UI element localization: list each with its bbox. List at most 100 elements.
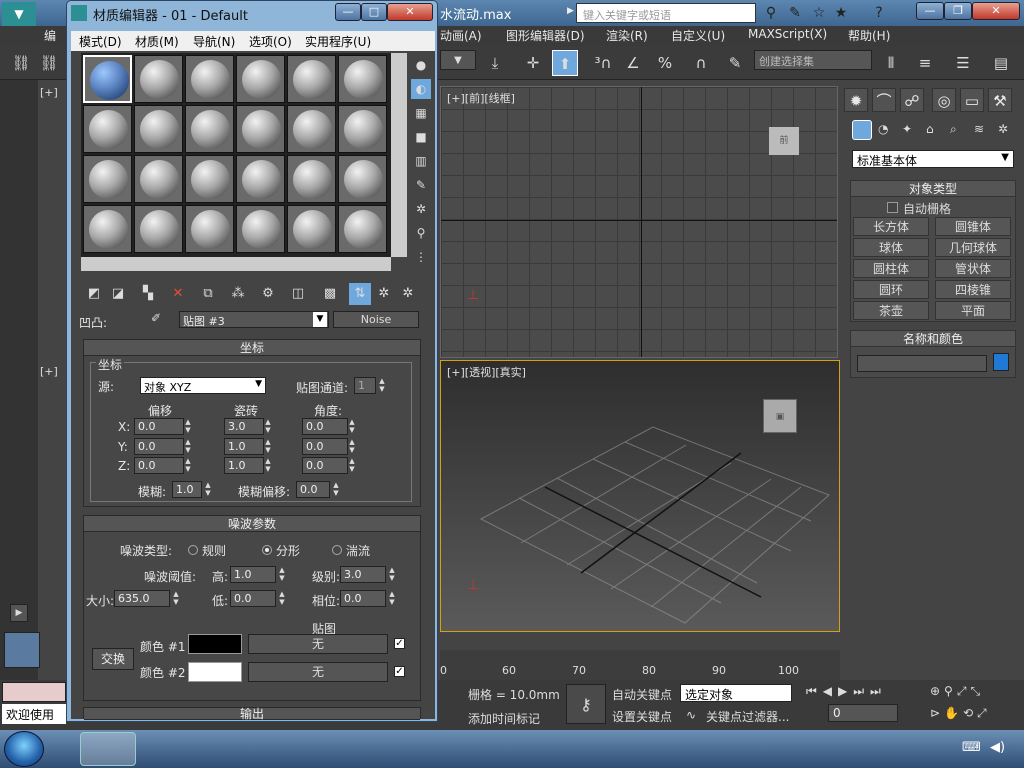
cone-button[interactable]: 圆锥体	[935, 217, 1011, 236]
tiling-x-field[interactable]: 3.0	[224, 418, 264, 435]
high-field[interactable]: 1.0	[230, 566, 276, 583]
viewport-top-label[interactable]: [+]	[40, 86, 58, 99]
percent-snap-icon[interactable]: %	[652, 50, 678, 76]
background-icon[interactable]: ▦	[411, 103, 431, 123]
perspective-viewport-label[interactable]: [+][透视][真实]	[447, 364, 526, 380]
offset-z-spinner[interactable]: ▲ ▼	[184, 457, 192, 474]
menu-animation[interactable]: 动画(A)	[440, 27, 482, 44]
copy-material-icon[interactable]: ⧉	[197, 283, 219, 305]
viewport-layout-icon[interactable]	[4, 632, 40, 668]
angle-v-spinner[interactable]: ▲ ▼	[348, 438, 356, 455]
swap-button[interactable]: 交换	[92, 648, 134, 670]
noise-rollout-header[interactable]: 噪波参数	[84, 516, 420, 532]
low-field[interactable]: 0.0	[230, 590, 276, 607]
noise-type-fractal-radio[interactable]	[262, 545, 272, 555]
tools-icon[interactable]: ✎	[786, 4, 804, 22]
phase-spinner[interactable]: ▲ ▼	[388, 590, 396, 607]
key-filters-button[interactable]: 关键点过滤器...	[706, 708, 789, 725]
minimize-button[interactable]: —	[916, 2, 944, 20]
get-material-icon[interactable]: ◩	[83, 283, 105, 305]
output-rollout-header[interactable]: 输出	[84, 708, 420, 720]
sample-slot[interactable]	[236, 155, 285, 203]
mated-menu-material[interactable]: 材质(M)	[135, 33, 179, 50]
map-type-button[interactable]: Noise	[333, 311, 419, 328]
close-button[interactable]: ✕	[972, 2, 1020, 20]
tiling-y-spinner[interactable]: ▲ ▼	[264, 438, 272, 455]
edit-named-selection-icon[interactable]: ✎	[722, 50, 748, 76]
mated-close-button[interactable]: ✕	[387, 3, 433, 21]
mated-menu-utilities[interactable]: 实用程序(U)	[305, 33, 371, 50]
reference-dropdown[interactable]: ▼	[440, 50, 476, 70]
mated-menu-modes[interactable]: 模式(D)	[79, 33, 122, 50]
put-to-scene-icon[interactable]: ◪	[107, 283, 129, 305]
map-channel-spinner[interactable]: ▲ ▼	[378, 377, 386, 394]
high-spinner[interactable]: ▲ ▼	[278, 566, 286, 583]
sample-slot[interactable]	[236, 105, 285, 153]
select-by-material-icon[interactable]: ⚲	[411, 223, 431, 243]
restore-button[interactable]: ❐	[944, 2, 972, 20]
box-button[interactable]: 长方体	[853, 217, 929, 236]
app-logo-icon[interactable]: ▼	[2, 2, 36, 26]
torus-button[interactable]: 圆环	[853, 280, 929, 299]
put-to-library-icon[interactable]: ⚙	[257, 283, 279, 305]
uv-tiling-icon[interactable]: ■	[411, 127, 431, 147]
menu-graph-editors[interactable]: 图形编辑器(D)	[506, 27, 585, 44]
tube-button[interactable]: 管状体	[935, 259, 1011, 278]
hierarchy-tab-icon[interactable]: ☍	[900, 88, 924, 112]
menu-edit-fragment[interactable]: 编	[44, 27, 56, 44]
link-icon[interactable]: ⛓	[8, 50, 34, 76]
reset-map-icon[interactable]: ✕	[167, 283, 189, 305]
move-icon[interactable]: ✛	[520, 50, 546, 76]
favorites-icon[interactable]: ☆	[810, 4, 828, 22]
video-color-check-icon[interactable]: ▥	[411, 151, 431, 171]
tiling-x-spinner[interactable]: ▲ ▼	[264, 418, 272, 435]
graphite-icon[interactable]: ▤	[988, 50, 1014, 76]
viewport-front[interactable]: [+][前][线框] 前 ⊥	[440, 86, 838, 358]
mated-maximize-button[interactable]: □	[361, 3, 387, 21]
mated-minimize-button[interactable]: —	[335, 3, 361, 21]
help-icon[interactable]: ?	[870, 4, 888, 22]
angle-w-spinner[interactable]: ▲ ▼	[348, 457, 356, 474]
unlink-icon[interactable]: ⛓	[36, 50, 62, 76]
low-spinner[interactable]: ▲ ▼	[278, 590, 286, 607]
angle-u-spinner[interactable]: ▲ ▼	[348, 418, 356, 435]
phase-field[interactable]: 0.0	[340, 590, 386, 607]
viewport-nav-icons-2[interactable]: ⊳✋⟲⤢	[930, 706, 991, 721]
taskbar-3dsmax-app[interactable]	[80, 732, 136, 766]
viewcube-icon[interactable]: ▣	[763, 399, 797, 433]
sample-slot[interactable]	[338, 155, 387, 203]
options-icon[interactable]: ✲	[411, 199, 431, 219]
sample-slot[interactable]	[338, 205, 387, 253]
align-icon[interactable]: ≡	[912, 50, 938, 76]
go-forward-sibling-icon[interactable]: ✲	[397, 283, 419, 305]
slots-scrollbar-h[interactable]	[81, 257, 391, 271]
levels-field[interactable]: 3.0	[340, 566, 386, 583]
blur-spinner[interactable]: ▲ ▼	[204, 481, 212, 498]
offset-x-spinner[interactable]: ▲ ▼	[184, 418, 192, 435]
star-icon[interactable]: ★	[832, 4, 850, 22]
coordinates-rollout-header[interactable]: 坐标	[84, 340, 420, 356]
sample-slot[interactable]	[134, 55, 183, 103]
show-end-result-icon[interactable]: ⇅	[349, 283, 371, 305]
tiling-z-spinner[interactable]: ▲ ▼	[264, 457, 272, 474]
set-key-icon[interactable]: ⚷	[566, 684, 606, 724]
angle-w-field[interactable]: 0.0	[302, 457, 348, 474]
maxscript-listener[interactable]	[2, 682, 66, 702]
key-mode-dropdown[interactable]: 选定对象	[680, 684, 792, 702]
sample-slot[interactable]	[287, 155, 336, 203]
pyramid-button[interactable]: 四棱锥	[935, 280, 1011, 299]
source-dropdown[interactable]: 对象 XYZ ▼	[140, 377, 266, 394]
spinner-snap-icon[interactable]: ∩	[688, 50, 714, 76]
sample-slot[interactable]	[83, 55, 132, 103]
sample-slot[interactable]	[83, 205, 132, 253]
tiling-y-field[interactable]: 1.0	[224, 438, 264, 455]
material-id-icon[interactable]: ◫	[287, 283, 309, 305]
map-name-field[interactable]: 贴图 #3 ▼	[179, 311, 329, 328]
plane-button[interactable]: 平面	[935, 301, 1011, 320]
sample-slot[interactable]	[134, 155, 183, 203]
offset-y-spinner[interactable]: ▲ ▼	[184, 438, 192, 455]
noise-type-regular-radio[interactable]	[188, 545, 198, 555]
color1-swatch[interactable]	[188, 634, 242, 654]
shapes-icon[interactable]: ◔	[878, 122, 888, 136]
viewcube-icon[interactable]: 前	[769, 127, 799, 155]
